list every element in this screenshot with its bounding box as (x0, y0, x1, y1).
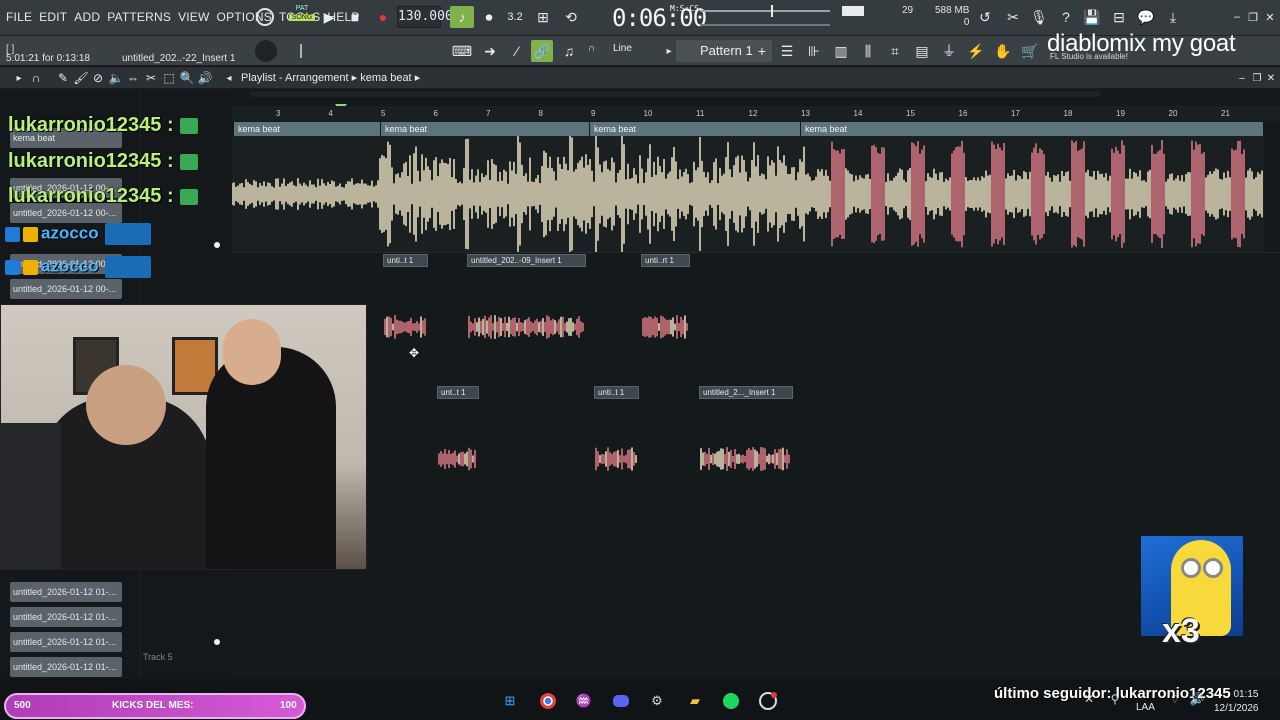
person (206, 347, 336, 569)
minion-goggle (1181, 558, 1201, 578)
tray-close-icon[interactable]: ✕ (1078, 688, 1100, 710)
discord-icon[interactable] (610, 690, 632, 712)
person (223, 319, 281, 385)
move-cursor-icon: ✥ (409, 346, 420, 360)
minion-counter: x3 (1162, 612, 1200, 650)
webcam-feed (0, 304, 367, 570)
kicks-goal-bar: 500 KICKS DEL MES: 100 (4, 693, 306, 719)
tray-usb-icon[interactable]: ⚲ (1104, 688, 1126, 710)
spotify-icon[interactable] (720, 690, 742, 712)
wifi-icon[interactable]: ⌔ (1164, 688, 1186, 710)
person (1, 423, 61, 569)
language-indicator[interactable]: LAA (1136, 702, 1155, 713)
system-clock[interactable]: 01:15 12/1/2026 (1214, 688, 1259, 716)
fl-studio-window: { "menu": ["FILE", "EDIT", "ADD", "PATTE… (0, 0, 1280, 720)
kicks-current: 500 (14, 700, 31, 711)
file-explorer-icon[interactable]: ▰ (684, 690, 706, 712)
kicks-goal: 100 (280, 700, 297, 711)
chrome-icon[interactable] (537, 690, 559, 712)
obs-icon[interactable] (757, 690, 779, 712)
kicks-label: KICKS DEL MES: (112, 700, 194, 711)
volume-icon[interactable]: 🔊 (1186, 688, 1208, 710)
person (86, 365, 166, 445)
windows-start-icon[interactable]: ⊞ (499, 690, 521, 712)
fl-studio-icon[interactable]: ♒ (573, 690, 595, 712)
minion-goggle (1203, 558, 1223, 578)
steam-icon[interactable]: ⚙ (646, 690, 668, 712)
